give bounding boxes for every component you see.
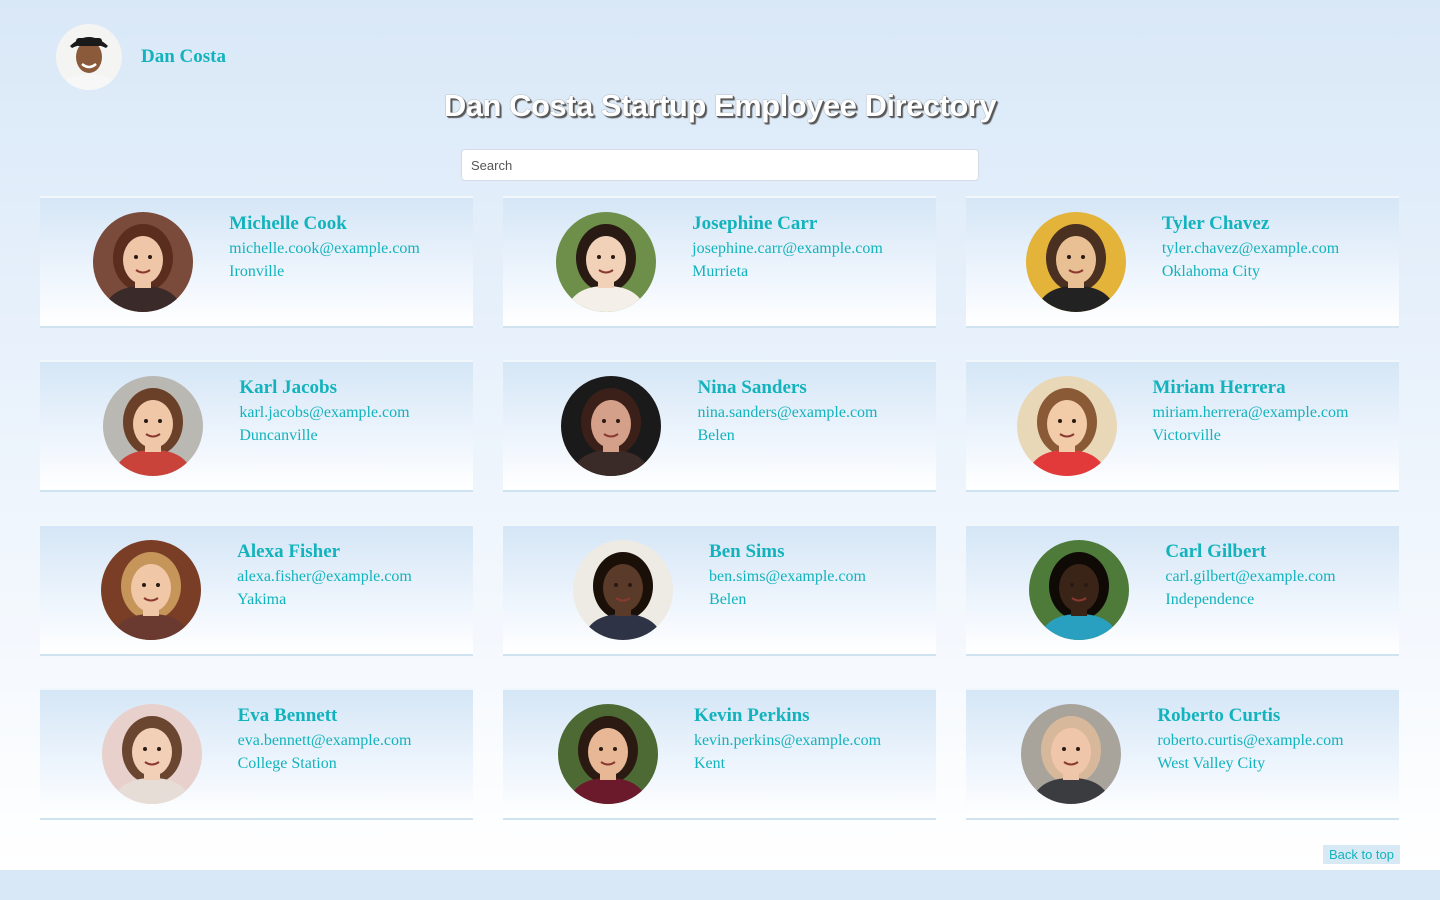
employee-card: Josephine Carr josephine.carr@example.co… bbox=[503, 196, 936, 328]
employee-info: Nina Sanders nina.sanders@example.com Be… bbox=[697, 375, 877, 447]
employee-name: Carl Gilbert bbox=[1165, 541, 1267, 562]
employee-card: Michelle Cook michelle.cook@example.com … bbox=[40, 196, 473, 328]
employee-card: Miriam Herrera miriam.herrera@example.co… bbox=[966, 360, 1399, 492]
employee-avatar bbox=[1029, 540, 1130, 640]
employee-city: Belen bbox=[697, 427, 735, 444]
employee-city: Kent bbox=[693, 755, 726, 772]
employee-info: Miriam Herrera miriam.herrera@example.co… bbox=[1153, 375, 1349, 447]
employee-city: Victorville bbox=[1152, 427, 1221, 444]
employee-avatar bbox=[103, 376, 204, 476]
back-to-top-link[interactable]: Back to top bbox=[1322, 845, 1400, 864]
employee-card: Carl Gilbert carl.gilbert@example.com In… bbox=[966, 524, 1399, 656]
employee-info: Tyler Chavez tyler.chavez@example.com Ok… bbox=[1162, 211, 1339, 283]
employee-email: miriam.herrera@example.com bbox=[1152, 404, 1349, 421]
employee-name: Ben Sims bbox=[709, 541, 785, 562]
employee-name: Kevin Perkins bbox=[693, 705, 810, 726]
employee-card: Roberto Curtis roberto.curtis@example.co… bbox=[966, 688, 1399, 820]
employee-city: Duncanville bbox=[239, 427, 318, 444]
employee-avatar bbox=[101, 704, 202, 804]
employee-grid: Michelle Cook michelle.cook@example.com … bbox=[40, 196, 1400, 820]
employee-card: Alexa Fisher alexa.fisher@example.com Ya… bbox=[40, 524, 473, 656]
employee-email: ben.sims@example.com bbox=[709, 568, 866, 585]
employee-info: Ben Sims ben.sims@example.com Belen bbox=[709, 539, 866, 611]
employee-info: Carl Gilbert carl.gilbert@example.com In… bbox=[1165, 539, 1335, 611]
employee-name: Michelle Cook bbox=[229, 213, 347, 234]
employee-card: Karl Jacobs karl.jacobs@example.com Dunc… bbox=[40, 360, 473, 492]
employee-city: Independence bbox=[1165, 591, 1255, 608]
employee-card: Kevin Perkins kevin.perkins@example.com … bbox=[503, 688, 936, 820]
employee-card: Ben Sims ben.sims@example.com Belen bbox=[503, 524, 936, 656]
employee-name: Miriam Herrera bbox=[1152, 377, 1286, 398]
employee-info: Karl Jacobs karl.jacobs@example.com Dunc… bbox=[239, 375, 409, 447]
employee-avatar bbox=[557, 704, 658, 804]
employee-name: Josephine Carr bbox=[692, 213, 818, 234]
page-title: Dan Costa Startup Employee Directory bbox=[443, 88, 997, 123]
employee-avatar bbox=[561, 376, 662, 476]
employee-name: Alexa Fisher bbox=[237, 541, 341, 562]
employee-city: Belen bbox=[709, 591, 747, 608]
employee-card: Tyler Chavez tyler.chavez@example.com Ok… bbox=[966, 196, 1399, 328]
search-input[interactable] bbox=[461, 149, 979, 181]
employee-city: College Station bbox=[237, 755, 337, 772]
avatar bbox=[56, 24, 122, 90]
employee-name: Roberto Curtis bbox=[1157, 705, 1281, 726]
employee-info: Josephine Carr josephine.carr@example.co… bbox=[692, 211, 883, 283]
employee-name: Karl Jacobs bbox=[239, 377, 338, 398]
employee-email: nina.sanders@example.com bbox=[697, 404, 878, 421]
employee-city: Murrieta bbox=[692, 263, 749, 280]
employee-city: Oklahoma City bbox=[1161, 263, 1261, 280]
employee-city: Yakima bbox=[237, 591, 287, 608]
employee-info: Kevin Perkins kevin.perkins@example.com … bbox=[694, 703, 881, 775]
employee-city: West Valley City bbox=[1157, 755, 1266, 772]
user-profile: Dan Costa bbox=[56, 24, 226, 90]
employee-avatar bbox=[573, 540, 674, 640]
employee-city: Ironville bbox=[229, 263, 285, 280]
employee-name: Tyler Chavez bbox=[1161, 213, 1270, 234]
employee-avatar bbox=[93, 212, 194, 312]
employee-card: Nina Sanders nina.sanders@example.com Be… bbox=[503, 360, 936, 492]
employee-name: Eva Bennett bbox=[237, 705, 338, 726]
employee-avatar bbox=[1021, 704, 1122, 804]
employee-avatar bbox=[556, 212, 657, 312]
employee-email: eva.bennett@example.com bbox=[237, 732, 412, 749]
employee-avatar bbox=[1016, 376, 1117, 476]
profile-name: Dan Costa bbox=[141, 46, 226, 67]
employee-avatar bbox=[1025, 212, 1126, 312]
employee-name: Nina Sanders bbox=[697, 377, 807, 398]
employee-email: alexa.fisher@example.com bbox=[237, 568, 412, 585]
employee-info: Alexa Fisher alexa.fisher@example.com Ya… bbox=[237, 539, 412, 611]
employee-email: carl.gilbert@example.com bbox=[1165, 568, 1336, 585]
employee-email: josephine.carr@example.com bbox=[692, 240, 883, 257]
employee-info: Eva Bennett eva.bennett@example.com Coll… bbox=[238, 703, 412, 775]
employee-card: Eva Bennett eva.bennett@example.com Coll… bbox=[40, 688, 473, 820]
employee-email: kevin.perkins@example.com bbox=[693, 732, 882, 749]
employee-email: karl.jacobs@example.com bbox=[239, 404, 410, 421]
employee-email: michelle.cook@example.com bbox=[229, 240, 420, 257]
employee-email: roberto.curtis@example.com bbox=[1157, 732, 1344, 749]
employee-email: tyler.chavez@example.com bbox=[1161, 240, 1340, 257]
employee-info: Michelle Cook michelle.cook@example.com … bbox=[229, 211, 420, 283]
employee-info: Roberto Curtis roberto.curtis@example.co… bbox=[1157, 703, 1343, 775]
employee-avatar bbox=[101, 540, 202, 640]
